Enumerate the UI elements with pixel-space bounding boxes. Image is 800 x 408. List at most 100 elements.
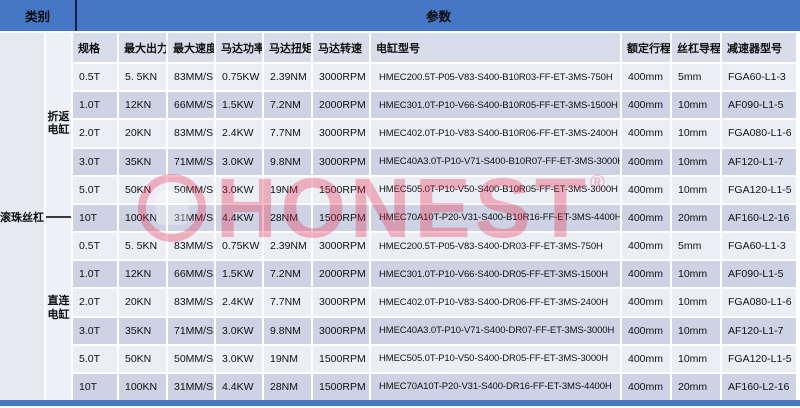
- column-header: 丝杠导程: [672, 33, 720, 62]
- table-cell: 1500RPM: [313, 177, 369, 203]
- table-cell: 19NM: [264, 346, 311, 372]
- table-row: 2.0T20KN83MM/S2.4KW7.7NM3000RPMHMEC402.0…: [73, 120, 800, 146]
- table-cell: 5.0T: [73, 177, 117, 203]
- table-cell: 3000RPM: [313, 64, 369, 90]
- table-cell: 3.0KW: [216, 318, 262, 344]
- table-cell: 19NM: [264, 177, 311, 203]
- column-header: 最大速度: [168, 33, 214, 62]
- table-row: 5.0T50KN50MM/S3.0KW19NM1500RPMHMEC505.0T…: [73, 177, 800, 203]
- table-cell: HMEC40A3.0T-P10-V71-S400-B10R07-FF-ET-3M…: [371, 149, 620, 175]
- cylinder-type-column: 折返电缸 直连电缸: [46, 33, 73, 400]
- table-cell: 10mm: [672, 346, 720, 372]
- table-cell: 20KN: [119, 120, 166, 146]
- table-cell: 100KN: [119, 374, 166, 400]
- table-cell: 20KN: [119, 289, 166, 315]
- table-cell: 9.8NM: [264, 318, 311, 344]
- group-label-direct: 直连电缸: [46, 216, 71, 401]
- table-cell: 83MM/S: [168, 64, 214, 90]
- table-row: 3.0T35KN71MM/S3.0KW9.8NM3000RPMHMEC40A3.…: [73, 318, 800, 344]
- row-group-label: 滚珠丝杠: [0, 33, 46, 400]
- table-cell: 9.8NM: [264, 149, 311, 175]
- table-cell: 1.0T: [73, 261, 117, 287]
- table-cell: 31MM/S: [168, 205, 214, 231]
- table-cell: 20mm: [672, 374, 720, 400]
- table-cell: 1500RPM: [313, 346, 369, 372]
- table-cell: 1500RPM: [313, 374, 369, 400]
- table-row: 10T100KN31MM/S4.4KW28NM1500RPMHMEC70A10T…: [73, 205, 800, 231]
- table-cell: 2000RPM: [313, 92, 369, 118]
- table-cell: 5mm: [672, 233, 720, 259]
- table-cell: 66MM/S: [168, 92, 214, 118]
- table-cell: 28NM: [264, 374, 311, 400]
- table-row: 0.5T5. 5KN83MM/S0.75KW2.39NM3000RPMHMEC2…: [73, 233, 800, 259]
- table-cell: 10mm: [672, 120, 720, 146]
- table-cell: 400mm: [622, 120, 670, 146]
- table-cell: 7.7NM: [264, 289, 311, 315]
- table-cell: 10mm: [672, 149, 720, 175]
- table-cell: 5. 5KN: [119, 233, 166, 259]
- table-row: 1.0T12KN66MM/S1.5KW7.2NM2000RPMHMEC301.0…: [73, 261, 800, 287]
- table-cell: 1.0T: [73, 92, 117, 118]
- table-row: 5.0T50KN50MM/S3.0KW19NM1500RPMHMEC505.0T…: [73, 346, 800, 372]
- table-cell: 66MM/S: [168, 261, 214, 287]
- table-cell: 5. 5KN: [119, 64, 166, 90]
- table-row: 3.0T35KN71MM/S3.0KW9.8NM3000RPMHMEC40A3.…: [73, 149, 800, 175]
- table-cell: 5.0T: [73, 346, 117, 372]
- table-cell: AF120-L1-7: [722, 149, 796, 175]
- column-header: 马达转速: [313, 33, 369, 62]
- table-cell: HMEC70A10T-P20-V31-S400-B10R16-FF-ET-3MS…: [371, 205, 620, 231]
- table-cell: 1.5KW: [216, 92, 262, 118]
- column-header: 减速器型号: [722, 33, 796, 62]
- table-cell: FGA120-L1-5: [722, 177, 796, 203]
- table-main: 规格最大出力最大速度马达功率马达扭矩马达转速电缸型号额定行程丝杠导程减速器型号 …: [73, 33, 800, 400]
- table-cell: 71MM/S: [168, 318, 214, 344]
- table-cell: 7.2NM: [264, 92, 311, 118]
- table-cell: 3000RPM: [313, 120, 369, 146]
- table-cell: HMEC70A10T-P20-V31-S400-DR16-FF-ET-3MS-4…: [371, 374, 620, 400]
- table-cell: 2.39NM: [264, 233, 311, 259]
- table-cell: 3000RPM: [313, 318, 369, 344]
- table-cell: 1.5KW: [216, 261, 262, 287]
- table-cell: AF160-L2-16: [722, 374, 796, 400]
- table-cell: 10mm: [672, 177, 720, 203]
- table-cell: FGA080-L1-6: [722, 289, 796, 315]
- table-cell: 10mm: [672, 92, 720, 118]
- table-cell: 3.0KW: [216, 346, 262, 372]
- table-cell: 0.5T: [73, 233, 117, 259]
- table-cell: 83MM/S: [168, 120, 214, 146]
- table-cell: 2.4KW: [216, 120, 262, 146]
- table-cell: 10T: [73, 205, 117, 231]
- table-cell: 83MM/S: [168, 233, 214, 259]
- table-cell: 400mm: [622, 346, 670, 372]
- column-header: 最大出力: [119, 33, 166, 62]
- table-cell: 3.0KW: [216, 177, 262, 203]
- table-cell: 400mm: [622, 233, 670, 259]
- next-section-header-strip: [0, 400, 800, 406]
- table-cell: FGA60-L1-3: [722, 64, 796, 90]
- table-row: 1.0T12KN66MM/S1.5KW7.2NM2000RPMHMEC301.0…: [73, 92, 800, 118]
- table-body: 滚珠丝杠 折返电缸 直连电缸 规格最大出力最大速度马达功率马达扭矩马达转速电缸型…: [0, 33, 800, 400]
- table-cell: 400mm: [622, 289, 670, 315]
- table-cell: 50MM/S: [168, 177, 214, 203]
- table-cell: 5mm: [672, 64, 720, 90]
- table-cell: 3000RPM: [313, 233, 369, 259]
- table-cell: HMEC301.0T-P10-V66-S400-B10R05-FF-ET-3MS…: [371, 92, 620, 118]
- table-cell: 0.75KW: [216, 64, 262, 90]
- table-cell: 35KN: [119, 149, 166, 175]
- table-row: 2.0T20KN83MM/S2.4KW7.7NM3000RPMHMEC402.0…: [73, 289, 800, 315]
- table-cell: 50KN: [119, 177, 166, 203]
- table-cell: 4.4KW: [216, 205, 262, 231]
- column-header: 电缸型号: [371, 33, 620, 62]
- table-cell: 400mm: [622, 261, 670, 287]
- table-top-header: 类别 参数: [0, 0, 800, 33]
- table-cell: 3.0T: [73, 149, 117, 175]
- table-cell: 0.75KW: [216, 233, 262, 259]
- table-cell: 12KN: [119, 92, 166, 118]
- table-cell: 10mm: [672, 289, 720, 315]
- table-cell: HMEC402.0T-P10-V83-S400-B10R06-FF-ET-3MS…: [371, 120, 620, 146]
- table-cell: 3000RPM: [313, 149, 369, 175]
- table-cell: 400mm: [622, 177, 670, 203]
- table-cell: AF120-L1-7: [722, 318, 796, 344]
- table-cell: HMEC200.5T-P05-V83-S400-B10R03-FF-ET-3MS…: [371, 64, 620, 90]
- table-rows: 0.5T5. 5KN83MM/S0.75KW2.39NM3000RPMHMEC2…: [73, 64, 800, 400]
